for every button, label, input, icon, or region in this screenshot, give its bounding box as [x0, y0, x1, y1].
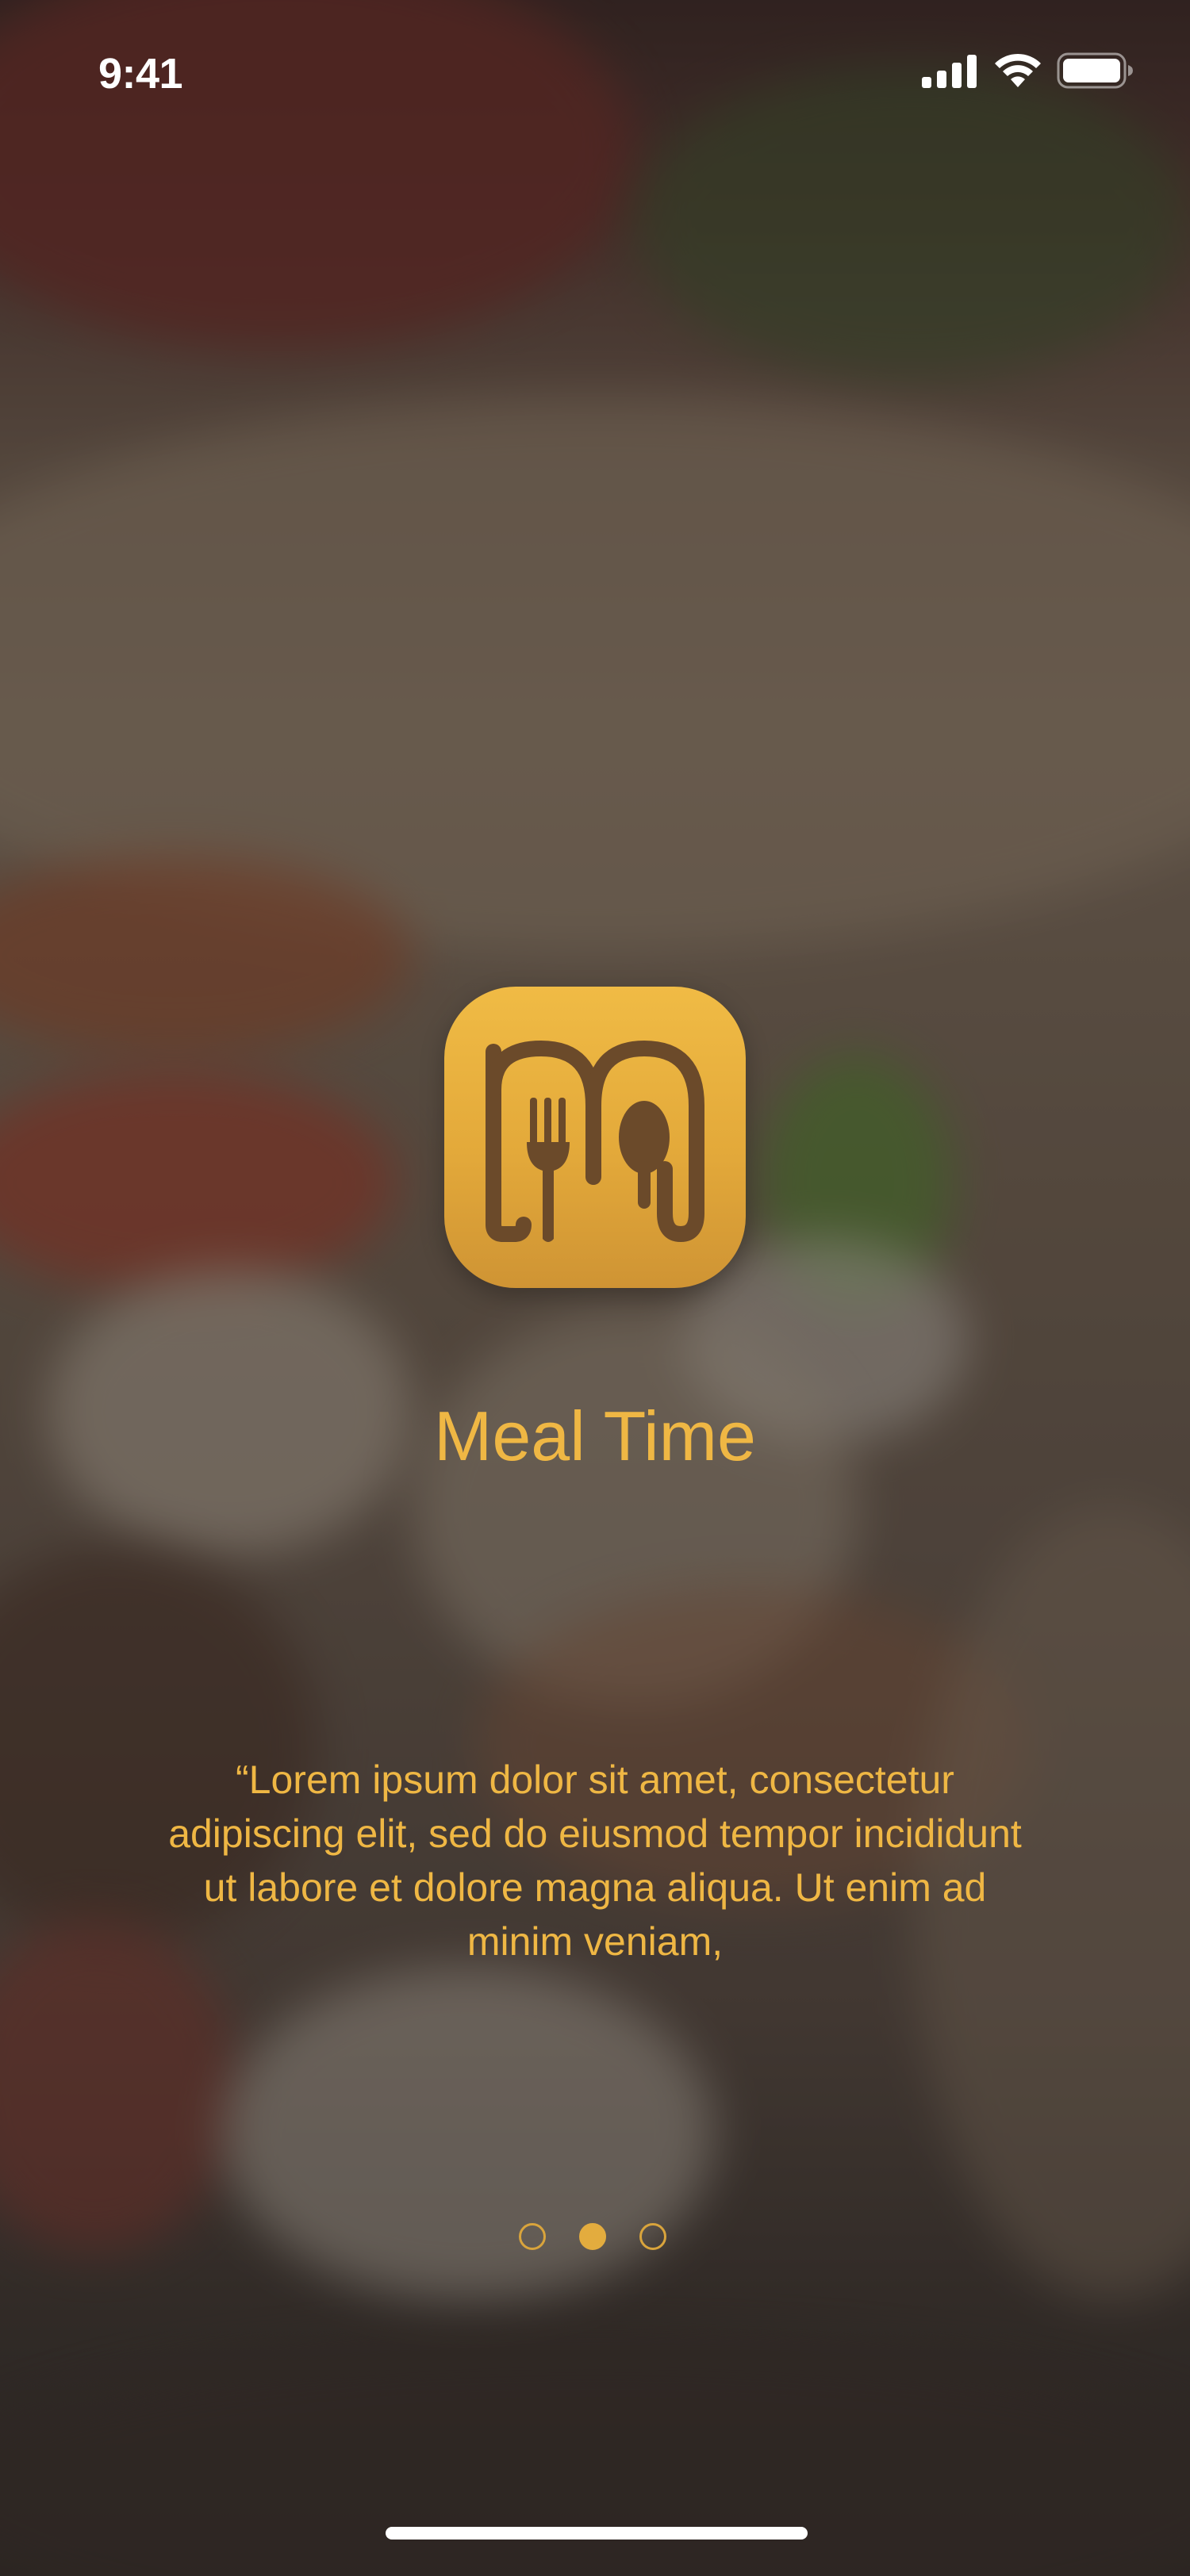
- page-dot-2-active[interactable]: [579, 2223, 606, 2250]
- page-dot-3[interactable]: [639, 2223, 666, 2250]
- home-indicator[interactable]: [386, 2527, 808, 2540]
- wifi-icon: [993, 52, 1042, 93]
- background-food-photo: [0, 0, 1190, 2576]
- page-indicator[interactable]: [519, 2223, 666, 2250]
- status-time: 9:41: [98, 50, 183, 98]
- status-icons: [922, 52, 1134, 93]
- cellular-signal-icon: [922, 53, 979, 92]
- app-title: Meal Time: [434, 1397, 756, 1475]
- tagline-text: “Lorem ipsum dolor sit amet, consectetur…: [168, 1758, 1022, 1964]
- fork-spoon-m-logo-icon: [486, 1040, 704, 1243]
- app-logo: [444, 987, 746, 1288]
- battery-icon: [1057, 52, 1134, 93]
- page-dot-1[interactable]: [519, 2223, 546, 2250]
- status-bar: 9:41: [0, 0, 1190, 143]
